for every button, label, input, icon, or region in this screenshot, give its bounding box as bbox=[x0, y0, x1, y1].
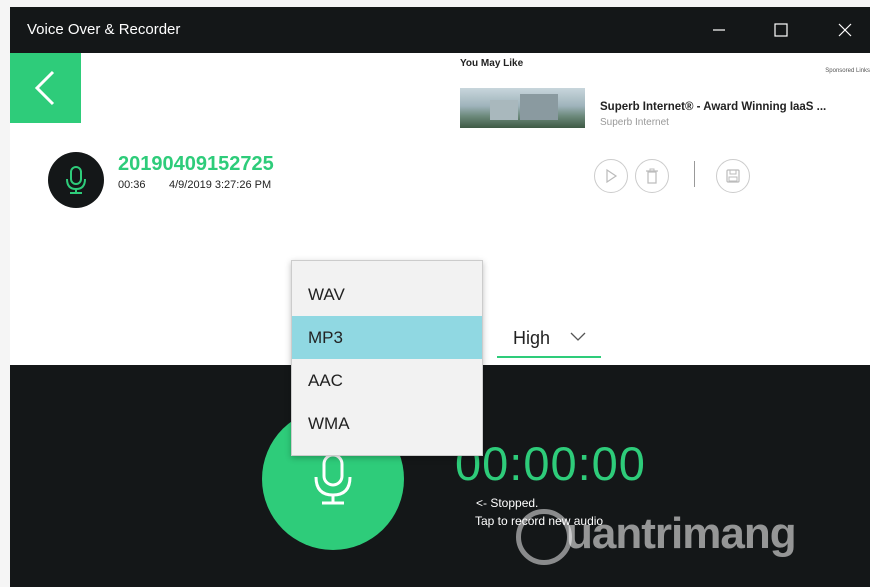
format-dropdown-menu: WAV MP3 AAC WMA bbox=[291, 260, 483, 456]
record-status: <- Stopped. bbox=[476, 496, 539, 510]
play-icon bbox=[606, 169, 618, 183]
ad-thumbnail[interactable] bbox=[460, 88, 585, 128]
save-icon bbox=[726, 169, 740, 183]
close-button[interactable] bbox=[816, 7, 870, 53]
delete-button[interactable] bbox=[635, 159, 669, 193]
quality-select[interactable]: High bbox=[497, 320, 601, 358]
minimize-icon bbox=[713, 29, 725, 31]
recording-name: 20190409152725 bbox=[118, 153, 274, 175]
app-window: Voice Over & Recorder You May Like Spons… bbox=[10, 7, 870, 587]
format-option-mp3[interactable]: MP3 bbox=[292, 316, 482, 359]
back-button[interactable] bbox=[10, 53, 81, 123]
title-bar: Voice Over & Recorder bbox=[10, 7, 870, 53]
play-button[interactable] bbox=[594, 159, 628, 193]
minimize-button[interactable] bbox=[690, 7, 748, 53]
chevron-left-icon bbox=[34, 70, 54, 106]
ad-banner[interactable]: You May Like Sponsored Links Superb Inte… bbox=[460, 55, 870, 135]
ad-thumbnail-building bbox=[520, 94, 558, 120]
recording-duration: 00:36 bbox=[118, 179, 146, 191]
maximize-button[interactable] bbox=[752, 7, 810, 53]
microphone-icon bbox=[314, 453, 352, 505]
record-hint: Tap to record new audio bbox=[475, 514, 604, 528]
format-option-aac[interactable]: AAC bbox=[292, 359, 482, 402]
maximize-icon bbox=[774, 23, 788, 37]
format-option-wma[interactable]: WMA bbox=[292, 402, 482, 445]
recording-avatar bbox=[48, 152, 104, 208]
sponsored-label: Sponsored Links bbox=[825, 68, 870, 74]
close-icon bbox=[838, 23, 852, 37]
recording-date: 4/9/2019 3:27:26 PM bbox=[169, 179, 272, 191]
format-option-wav[interactable]: WAV bbox=[292, 273, 482, 316]
record-timer: 00:00:00 bbox=[455, 437, 646, 490]
quality-value: High bbox=[513, 328, 551, 348]
ad-label: You May Like bbox=[460, 58, 524, 69]
save-button[interactable] bbox=[716, 159, 750, 193]
ad-thumbnail-building bbox=[490, 100, 518, 120]
window-title: Voice Over & Recorder bbox=[27, 21, 181, 38]
microphone-icon bbox=[66, 166, 86, 194]
chevron-down-icon bbox=[570, 332, 586, 341]
ad-source: Superb Internet bbox=[600, 117, 669, 128]
ad-title[interactable]: Superb Internet® - Award Winning IaaS ..… bbox=[600, 101, 826, 113]
trash-icon bbox=[646, 168, 658, 184]
action-divider bbox=[694, 161, 695, 187]
